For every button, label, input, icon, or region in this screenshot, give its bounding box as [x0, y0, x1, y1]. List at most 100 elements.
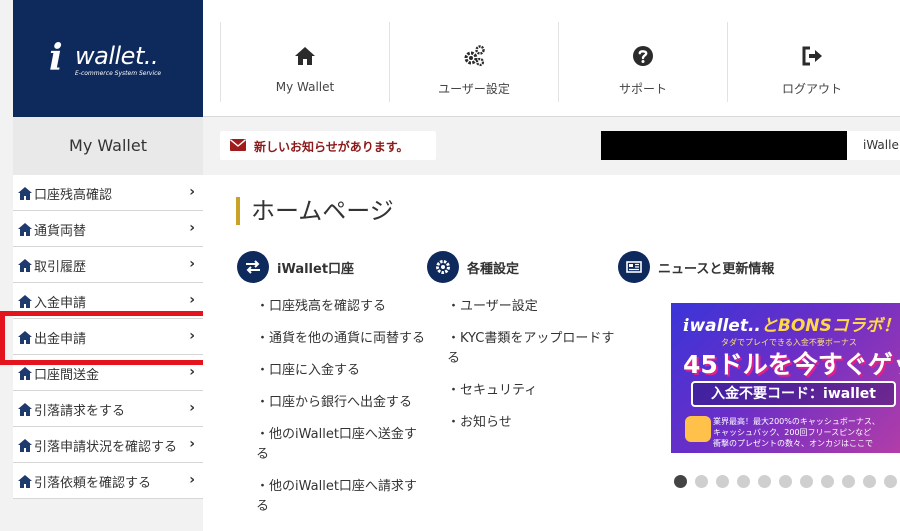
- logo-i-mark: i: [49, 37, 63, 79]
- nav-my-wallet[interactable]: My Wallet: [220, 22, 389, 102]
- sidebar-item-label: 口座間送金: [34, 368, 100, 383]
- carousel-dot[interactable]: [863, 475, 876, 488]
- logo-tagline: E-commerce System Service: [75, 70, 162, 77]
- home-icon: [18, 475, 32, 488]
- chevron-right-icon: ›: [189, 472, 195, 488]
- link-upload-kyc[interactable]: ・KYC書類をアップロードす: [447, 329, 614, 349]
- carousel-dot[interactable]: [737, 475, 750, 488]
- chevron-right-icon: ›: [189, 256, 195, 272]
- sidebar-item-withdrawal[interactable]: 出金申請 ›: [13, 319, 203, 355]
- page-title: ホームページ: [236, 197, 394, 225]
- sidebar-item-label: 入金申請: [34, 296, 87, 311]
- sidebar-item-debit-confirm[interactable]: 引落依頼を確認する ›: [13, 463, 203, 499]
- sidebar-item-label: 出金申請: [34, 332, 87, 347]
- banner-fine-print: 業界最高！最大200%のキャッシュボーナス、 キャッシュバック、200回フリース…: [713, 416, 880, 449]
- sidebar-item-debit-request[interactable]: 引落請求をする ›: [13, 391, 203, 427]
- sidebar-item-exchange[interactable]: 通貨両替 ›: [13, 211, 203, 247]
- sidebar-item-history[interactable]: 取引履歴 ›: [13, 247, 203, 283]
- home-icon: [18, 439, 32, 452]
- chevron-right-icon: ›: [189, 436, 195, 452]
- link-request-iwallet-cont[interactable]: る: [256, 497, 269, 517]
- sidebar-item-label: 引落申請状況を確認する: [34, 440, 178, 455]
- notice-text: 新しいお知らせがあります。: [254, 140, 409, 154]
- gear-icon: [427, 251, 459, 283]
- nav-label: My Wallet: [275, 80, 335, 94]
- chevron-right-icon: ›: [189, 184, 195, 200]
- brand-logo[interactable]: i wallet.. E-commerce System Service: [13, 0, 203, 117]
- sidebar-item-transfer[interactable]: 口座間送金 ›: [13, 355, 203, 391]
- link-upload-kyc-cont[interactable]: る: [447, 349, 460, 369]
- sidebar-item-label: 取引履歴: [34, 260, 87, 275]
- home-icon: [18, 295, 32, 308]
- section-iwallet-account: iWallet口座: [237, 251, 407, 285]
- banner-fine-line: 衝撃のプレゼントの数々、オンカジはここで: [713, 439, 873, 448]
- nav-label: ログアウト: [781, 82, 842, 96]
- carousel-dot[interactable]: [695, 475, 708, 488]
- home-icon: [18, 367, 32, 380]
- link-currency-exchange[interactable]: ・通貨を他の通貨に両替する: [256, 329, 425, 349]
- chevron-right-icon: ›: [189, 400, 195, 416]
- carousel-dot[interactable]: [821, 475, 834, 488]
- nav-label: ユーザー設定: [438, 82, 510, 96]
- redacted-bar: [601, 131, 847, 160]
- sidebar-item-balance[interactable]: 口座残高確認 ›: [13, 175, 203, 211]
- sidebar-item-label: 引落請求をする: [34, 404, 126, 419]
- link-user-settings[interactable]: ・ユーザー設定: [447, 297, 538, 317]
- sign-out-icon: [802, 46, 822, 66]
- home-icon: [295, 47, 315, 65]
- section-settings: 各種設定: [427, 251, 577, 285]
- sidebar-item-debit-status[interactable]: 引落申請状況を確認する ›: [13, 427, 203, 463]
- question-icon: [633, 46, 653, 66]
- sidebar-title: My Wallet: [13, 117, 203, 175]
- section-title: ニュースと更新情報: [658, 262, 775, 277]
- home-icon: [18, 187, 32, 200]
- banner-fine-line: キャッシュバック、200回フリースピンなど: [713, 428, 872, 437]
- sidebar-item-label: 通貨両替: [34, 224, 87, 239]
- notice-banner[interactable]: 新しいお知らせがあります。: [220, 131, 436, 160]
- home-icon: [18, 223, 32, 236]
- user-account-label[interactable]: iWalle: [847, 131, 900, 160]
- banner-headline: iwallet..とBONSコラボ！: [683, 311, 900, 336]
- carousel-dot[interactable]: [842, 475, 855, 488]
- main-content: ホームページ iWallet口座 ・口座残高を確認する ・通貨を他の通貨に両替す…: [203, 175, 900, 531]
- envelope-icon: [230, 139, 246, 151]
- link-security[interactable]: ・セキュリティ: [447, 381, 537, 401]
- newspaper-icon: [618, 251, 650, 283]
- link-request-iwallet[interactable]: ・他のiWallet口座へ請求す: [256, 477, 417, 497]
- logo-text: wallet..: [75, 42, 159, 70]
- carousel-dot[interactable]: [716, 475, 729, 488]
- banner-collab: とBONSコラボ！: [760, 316, 900, 336]
- banner-offer: 45ドルを今すぐゲット！: [683, 350, 900, 379]
- link-send-iwallet-cont[interactable]: る: [256, 445, 269, 465]
- sidebar-item-deposit[interactable]: 入金申請 ›: [13, 283, 203, 319]
- exchange-icon: [237, 251, 269, 283]
- carousel-dot[interactable]: [758, 475, 771, 488]
- link-deposit[interactable]: ・口座に入金する: [256, 361, 360, 381]
- nav-user-settings[interactable]: ユーザー設定: [389, 22, 558, 102]
- carousel-dot[interactable]: [884, 475, 897, 488]
- nav-label: サポート: [618, 82, 667, 96]
- carousel-dot[interactable]: [800, 475, 813, 488]
- carousel-dot[interactable]: [779, 475, 792, 488]
- home-icon: [18, 403, 32, 416]
- chevron-right-icon: ›: [189, 328, 195, 344]
- link-send-iwallet[interactable]: ・他のiWallet口座へ送金す: [256, 425, 417, 445]
- home-icon: [18, 331, 32, 344]
- banner-logo: wallet..: [689, 316, 761, 336]
- sidebar-item-label: 口座残高確認: [34, 188, 113, 203]
- promo-banner[interactable]: iwallet..とBONSコラボ！ タダでプレイできる入金不要ボーナス 45ド…: [671, 303, 900, 453]
- nav-support[interactable]: サポート: [558, 22, 727, 102]
- link-withdraw-bank[interactable]: ・口座から銀行へ出金する: [256, 393, 412, 413]
- banner-fine-line: 業界最高！最大200%のキャッシュボーナス、: [713, 417, 880, 426]
- link-notifications[interactable]: ・お知らせ: [447, 413, 512, 433]
- chevron-right-icon: ›: [189, 292, 195, 308]
- emoji-sticker-icon: [685, 416, 711, 442]
- gears-icon: [464, 45, 485, 67]
- carousel-dot[interactable]: [674, 475, 687, 488]
- sidebar-item-label: 引落依頼を確認する: [34, 476, 152, 491]
- link-check-balance[interactable]: ・口座残高を確認する: [256, 297, 386, 317]
- nav-logout[interactable]: ログアウト: [727, 22, 896, 102]
- section-news: ニュースと更新情報: [618, 251, 818, 285]
- section-title: 各種設定: [467, 262, 520, 277]
- top-navigation: My Wallet ユーザー設定 サポート ログアウト: [203, 0, 900, 117]
